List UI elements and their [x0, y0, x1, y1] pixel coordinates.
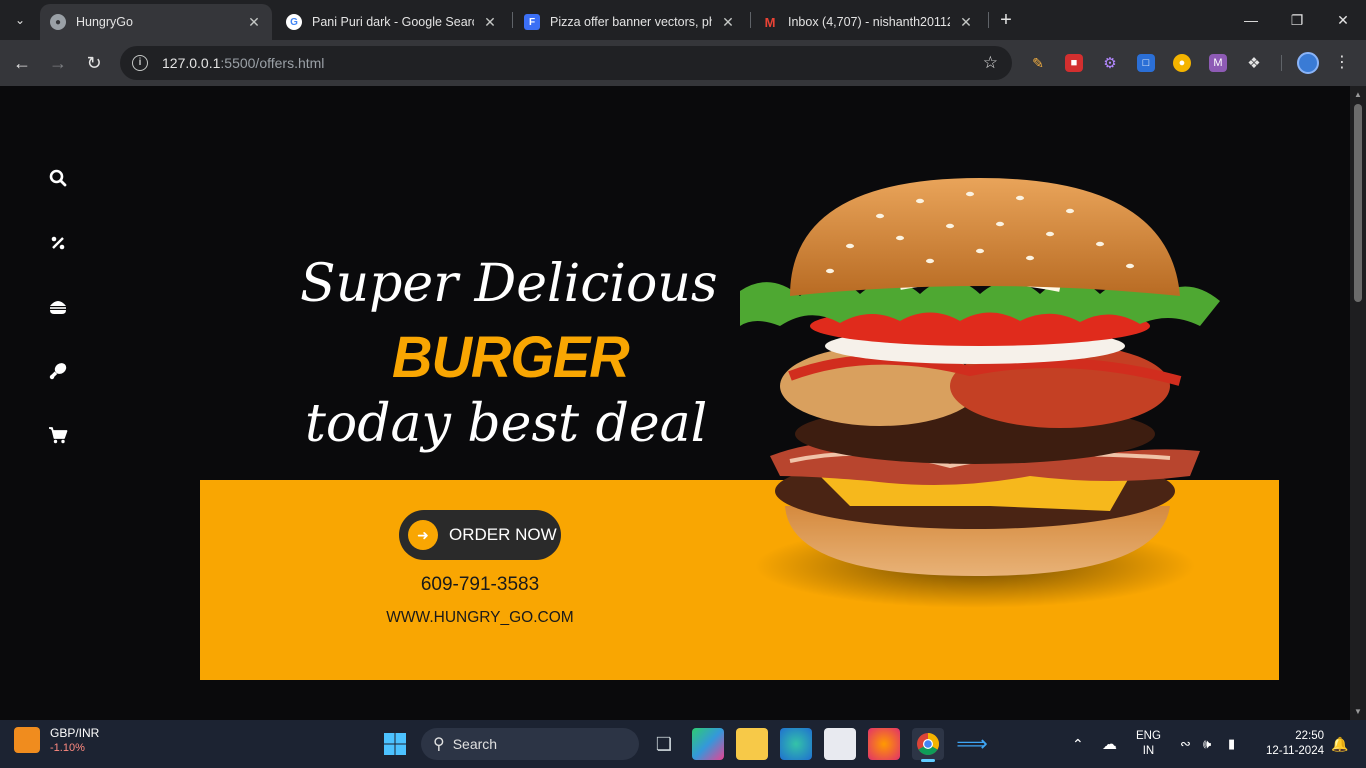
windows-start-icon[interactable]: [379, 728, 411, 760]
task-view-icon[interactable]: ❏: [648, 728, 680, 760]
menu-kebab-icon[interactable]: ⋮: [1334, 52, 1350, 74]
widget-value: -1.10%: [50, 742, 85, 754]
gear-extension-icon[interactable]: ⚙: [1101, 54, 1119, 72]
docs-extension-icon[interactable]: □: [1137, 54, 1155, 72]
restore-button[interactable]: ❐: [1274, 0, 1320, 40]
store-icon[interactable]: [824, 728, 856, 760]
tab-hungrygo[interactable]: ● HungryGo ✕: [40, 4, 272, 40]
tab-pizza-banner[interactable]: F Pizza offer banner vectors, phot ✕: [514, 4, 746, 40]
page-viewport: Super Delicious BURGER today best deal ➜…: [0, 86, 1350, 720]
tab-divider: [750, 12, 751, 28]
taskbar-search[interactable]: ⚲ Search: [421, 728, 639, 760]
color-extension-icon[interactable]: ●: [1173, 54, 1191, 72]
edge-icon[interactable]: [780, 728, 812, 760]
cart-icon[interactable]: [46, 423, 70, 447]
chart-icon: [14, 727, 40, 753]
marker-extension-icon[interactable]: ■: [1065, 54, 1083, 72]
drumstick-icon[interactable]: [46, 359, 70, 383]
headline-super-delicious: Super Delicious: [300, 254, 718, 314]
tab-search-button[interactable]: ⌄: [6, 6, 34, 34]
language-indicator[interactable]: ENG IN: [1136, 720, 1161, 768]
gmail-icon: M: [764, 14, 776, 30]
site-info-icon[interactable]: i: [132, 55, 148, 71]
minimize-button[interactable]: —: [1228, 0, 1274, 40]
browser-toolbar: ← → ↻ i 127.0.0.1:5500/offers.html ☆ ✎ ■…: [0, 40, 1366, 86]
google-icon: G: [286, 14, 302, 30]
headline-best-deal: today best deal: [305, 394, 708, 454]
profile-avatar[interactable]: [1297, 52, 1319, 74]
search-icon[interactable]: [46, 166, 70, 190]
close-icon[interactable]: ✕: [720, 14, 736, 31]
file-explorer-icon[interactable]: [736, 728, 768, 760]
forward-button[interactable]: →: [44, 49, 72, 77]
clock-time: 22:50: [1295, 730, 1324, 742]
url-text[interactable]: 127.0.0.1:5500/offers.html: [162, 55, 324, 71]
lang-code: ENG: [1136, 730, 1161, 742]
currency-widget[interactable]: GBP/INR -1.10%: [14, 726, 99, 754]
notification-bell-icon[interactable]: 🔔: [1331, 720, 1348, 768]
globe-icon: ●: [50, 14, 66, 30]
cloud-icon[interactable]: ☁: [1102, 720, 1117, 768]
tab-title: Pizza offer banner vectors, phot: [550, 15, 712, 29]
tab-google-search[interactable]: G Pani Puri dark - Google Search ✕: [276, 4, 508, 40]
chrome-icon[interactable]: [912, 728, 944, 762]
widget-title: GBP/INR: [50, 726, 100, 740]
burger-icon[interactable]: [46, 295, 70, 319]
burger-image: [740, 178, 1220, 608]
scroll-down-icon[interactable]: ▼: [1353, 707, 1363, 716]
close-icon[interactable]: ✕: [958, 14, 974, 31]
freepik-icon: F: [524, 14, 540, 30]
order-now-label: ORDER NOW: [449, 525, 557, 544]
lang-region: IN: [1142, 745, 1155, 757]
website-url: WWW.HUNGRY_GO.COM: [386, 609, 574, 626]
address-bar[interactable]: i 127.0.0.1:5500/offers.html ☆: [120, 46, 1012, 80]
bookmark-star-icon[interactable]: ☆: [983, 53, 998, 73]
headline-burger: BURGER: [392, 323, 630, 390]
scroll-up-icon[interactable]: ▲: [1353, 90, 1363, 99]
new-tab-button[interactable]: +: [994, 8, 1018, 32]
clock[interactable]: 22:50 12-11-2024: [1254, 720, 1324, 768]
tab-title: Pani Puri dark - Google Search: [312, 15, 474, 29]
toolbar-divider: [1281, 55, 1282, 71]
tab-divider: [512, 12, 513, 28]
percent-icon[interactable]: [46, 231, 70, 255]
page-scrollbar[interactable]: ▲ ▼: [1350, 86, 1366, 720]
m-extension-icon[interactable]: M: [1209, 54, 1227, 72]
taskbar: GBP/INR -1.10% ⚲ Search ❏ ⟹ ⌃ ☁ ENG IN ∾…: [0, 720, 1366, 768]
close-icon[interactable]: ✕: [246, 14, 262, 31]
arrow-right-icon: ➜: [408, 520, 438, 550]
pen-extension-icon[interactable]: ✎: [1029, 54, 1047, 72]
search-label: Search: [452, 736, 498, 752]
close-icon[interactable]: ✕: [482, 14, 498, 31]
url-path: :5500/offers.html: [220, 55, 325, 71]
order-now-button[interactable]: ➜ ORDER NOW: [399, 510, 561, 560]
puzzle-extensions-icon[interactable]: ❖: [1245, 54, 1263, 72]
clock-date: 12-11-2024: [1266, 745, 1324, 757]
chevron-up-icon[interactable]: ⌃: [1072, 720, 1084, 768]
wifi-icon[interactable]: ∾: [1180, 720, 1191, 768]
tab-divider: [988, 12, 989, 28]
tab-title: HungryGo: [76, 15, 133, 29]
reload-button[interactable]: ↻: [80, 49, 108, 77]
firefox-icon[interactable]: [868, 728, 900, 760]
battery-icon[interactable]: ▮: [1228, 720, 1235, 768]
tab-title: Inbox (4,707) - nishanth2011200: [788, 15, 950, 29]
search-icon: ⚲: [433, 736, 445, 753]
back-button[interactable]: ←: [8, 49, 36, 77]
vscode-icon[interactable]: ⟹: [956, 728, 988, 760]
tab-gmail[interactable]: M Inbox (4,707) - nishanth2011200 ✕: [752, 4, 984, 40]
tab-strip: ⌄ ● HungryGo ✕ G Pani Puri dark - Google…: [0, 0, 1366, 40]
window-close-button[interactable]: ✕: [1320, 0, 1366, 40]
url-host: 127.0.0.1: [162, 55, 221, 71]
copilot-icon[interactable]: [692, 728, 724, 760]
scrollbar-thumb[interactable]: [1354, 104, 1362, 302]
phone-number: 609-791-3583: [420, 574, 540, 595]
volume-icon[interactable]: 🕪: [1203, 720, 1211, 768]
